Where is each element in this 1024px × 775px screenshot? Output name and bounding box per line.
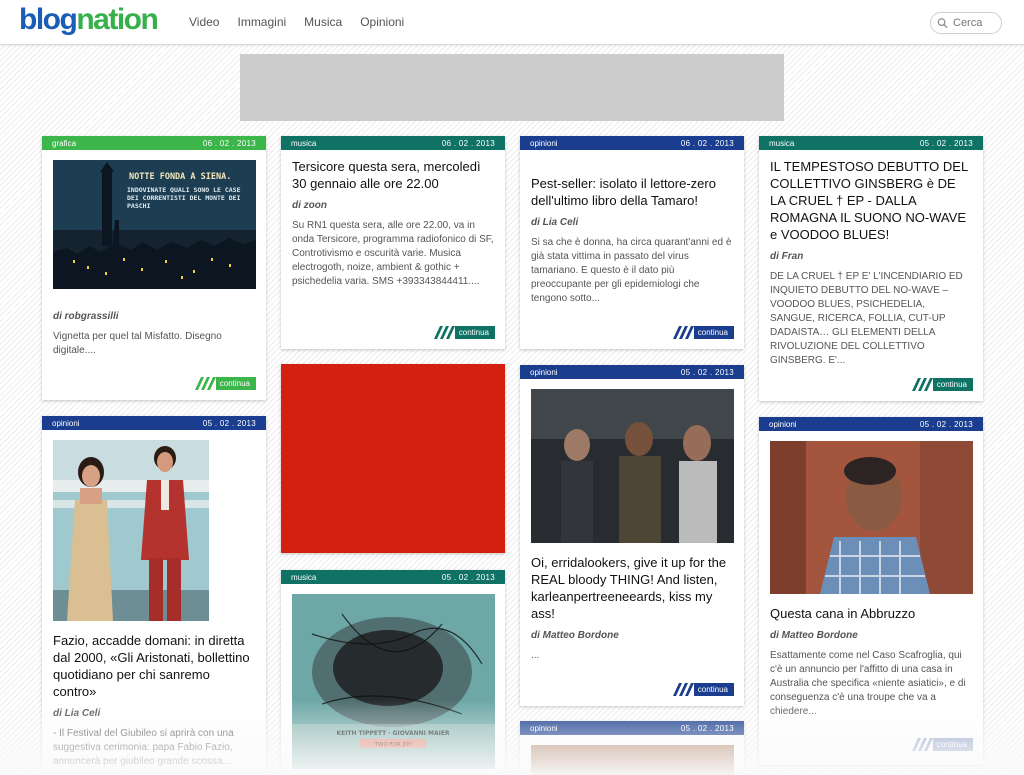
post-date: 06 . 02 . 2013	[441, 138, 495, 148]
nav-musica[interactable]: Musica	[304, 15, 342, 29]
continue-button[interactable]: continua	[429, 326, 495, 339]
category-label[interactable]: musica	[291, 573, 316, 582]
stripes-icon	[911, 378, 933, 391]
post-date: 05 . 02 . 2013	[680, 367, 734, 377]
main-nav: Video Immagini Musica Opinioni	[189, 15, 404, 29]
continue-label: continua	[454, 326, 495, 339]
continue-label: continua	[932, 738, 973, 751]
category-label[interactable]: opinioni	[530, 139, 558, 148]
card-header: opinioni 05 . 02 . 2013	[520, 721, 744, 735]
album-title: TWO FOR JOY	[374, 742, 413, 748]
card-header: grafica 06 . 02 . 2013	[42, 136, 266, 150]
post-image[interactable]	[531, 389, 734, 543]
post-date: 06 . 02 . 2013	[202, 138, 256, 148]
post-excerpt: DE LA CRUEL † EP E' L'INCENDIARIO ED INQ…	[770, 271, 963, 366]
post-excerpt: Esattamente come nel Caso Scafroglia, qu…	[770, 650, 966, 717]
post-card[interactable]: grafica 06 . 02 . 2013 NOTTE FONDA A SIE…	[42, 136, 266, 400]
post-author[interactable]: di robgrassilli	[53, 311, 255, 322]
image-text: INDOVINATE QUALI SONO LE CASE DEI CORREN…	[127, 186, 241, 210]
stripes-icon	[433, 326, 455, 339]
category-label[interactable]: musica	[769, 139, 794, 148]
stripes-icon	[672, 326, 694, 339]
post-title[interactable]: Questa cana in Abbruzzo	[770, 605, 972, 622]
post-title[interactable]: IL TEMPESTOSO DEBUTTO DEL COLLETTIVO GIN…	[770, 158, 972, 243]
post-card[interactable]: musica 05 . 02 . 2013 IL TEMPESTOSO DEBU…	[759, 136, 983, 401]
blognation-logo[interactable]: blognation	[19, 2, 159, 38]
post-card[interactable]: opinioni 06 . 02 . 2013 Pest-seller: iso…	[520, 136, 744, 349]
post-image[interactable]: NOTTE FONDA A SIENA. INDOVINATE QUALI SO…	[53, 160, 256, 289]
card-header: musica 05 . 02 . 2013	[281, 570, 505, 584]
post-card[interactable]: opinioni 05 . 02 . 2013	[520, 721, 744, 775]
album-artists: KEITH TIPPETT · GIOVANNI MAIER	[336, 730, 449, 737]
post-card[interactable]: opinioni 05 . 02 . 2013 Oi, erridalooker…	[520, 365, 744, 706]
card-header: musica 05 . 02 . 2013	[759, 136, 983, 150]
nav-opinioni[interactable]: Opinioni	[360, 15, 404, 29]
card-header: musica 06 . 02 . 2013	[281, 136, 505, 150]
search-input[interactable]	[953, 17, 1001, 29]
continue-button[interactable]: continua	[668, 683, 734, 696]
post-author[interactable]: di zoon	[292, 200, 494, 211]
post-image[interactable]	[53, 440, 209, 621]
nav-video[interactable]: Video	[189, 15, 219, 29]
post-title[interactable]: Pest-seller: isolato il lettore-zero del…	[531, 175, 733, 209]
post-image[interactable]: KEITH TIPPETT · GIOVANNI MAIER TWO FOR J…	[292, 594, 495, 769]
category-label[interactable]: grafica	[52, 139, 76, 148]
category-label[interactable]: opinioni	[52, 419, 80, 428]
ad-banner[interactable]	[240, 54, 784, 121]
ad-block[interactable]	[281, 364, 505, 553]
continue-label: continua	[693, 326, 734, 339]
card-header: opinioni 06 . 02 . 2013	[520, 136, 744, 150]
post-card[interactable]: opinioni 05 . 02 . 2013 Fazio, accadde d…	[42, 416, 266, 775]
stripes-icon	[911, 738, 933, 751]
card-header: opinioni 05 . 02 . 2013	[520, 365, 744, 379]
post-excerpt: Si sa che è donna, ha circa quarant'anni…	[531, 237, 732, 304]
category-label[interactable]: musica	[291, 139, 316, 148]
continue-button[interactable]: continua	[668, 326, 734, 339]
post-excerpt: - Il Festival del Giubileo si aprirà con…	[53, 728, 234, 767]
post-author[interactable]: di Fran	[770, 251, 972, 262]
category-label[interactable]: opinioni	[530, 724, 558, 733]
category-label[interactable]: opinioni	[530, 368, 558, 377]
post-date: 05 . 02 . 2013	[202, 418, 256, 428]
post-author[interactable]: di Matteo Bordone	[531, 630, 733, 641]
post-title[interactable]: Oi, erridalookers, give it up for the RE…	[531, 554, 733, 622]
nav-immagini[interactable]: Immagini	[237, 15, 286, 29]
post-excerpt: ...	[531, 650, 540, 661]
continue-label: continua	[215, 377, 256, 390]
category-label[interactable]: opinioni	[769, 420, 797, 429]
image-caption: NOTTE FONDA A SIENA.	[129, 172, 231, 182]
post-excerpt: Vignetta per quel tal Misfatto. Disegno …	[53, 331, 222, 356]
continue-label: continua	[932, 378, 973, 391]
card-header: opinioni 05 . 02 . 2013	[759, 417, 983, 431]
post-date: 06 . 02 . 2013	[680, 138, 734, 148]
post-author[interactable]: di Lia Celi	[531, 217, 733, 228]
post-card[interactable]: musica 05 . 02 . 2013 KEITH TIPPETT · GI…	[281, 570, 505, 775]
search-box[interactable]	[930, 12, 1002, 34]
post-image[interactable]	[531, 745, 734, 775]
post-card[interactable]: musica 06 . 02 . 2013 Tersicore questa s…	[281, 136, 505, 349]
post-date: 05 . 02 . 2013	[680, 723, 734, 733]
post-author[interactable]: di Matteo Bordone	[770, 630, 972, 641]
post-title[interactable]: Fazio, accadde domani: in diretta dal 20…	[53, 632, 255, 700]
post-author[interactable]: di Lia Celi	[53, 708, 255, 719]
card-header: opinioni 05 . 02 . 2013	[42, 416, 266, 430]
post-image[interactable]	[770, 441, 973, 594]
search-icon	[937, 18, 948, 29]
post-date: 05 . 02 . 2013	[919, 419, 973, 429]
continue-button[interactable]: continua	[907, 738, 973, 751]
post-date: 05 . 02 . 2013	[919, 138, 973, 148]
stripes-icon	[672, 683, 694, 696]
post-title[interactable]: Tersicore questa sera, mercoledì 30 genn…	[292, 158, 494, 192]
continue-label: continua	[693, 683, 734, 696]
post-card[interactable]: opinioni 05 . 02 . 2013 Questa cana in A…	[759, 417, 983, 765]
continue-button[interactable]: continua	[907, 378, 973, 391]
continue-button[interactable]: continua	[190, 377, 256, 390]
stripes-icon	[194, 377, 216, 390]
post-date: 05 . 02 . 2013	[441, 572, 495, 582]
post-excerpt: Su RN1 questa sera, alle ore 22.00, va i…	[292, 220, 494, 287]
top-bar: blognation Video Immagini Musica Opinion…	[0, 0, 1024, 45]
